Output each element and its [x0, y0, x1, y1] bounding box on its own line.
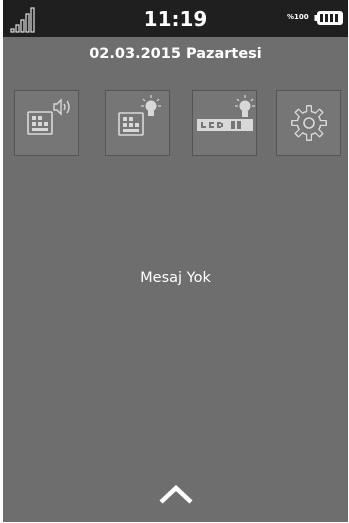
- lcd-bulb-icon: [197, 95, 255, 131]
- battery-full-icon: [314, 11, 343, 25]
- status-bar: 11:19 %100: [3, 0, 348, 37]
- keypad-backlight-button[interactable]: [105, 90, 170, 156]
- keypad-sound-button[interactable]: [14, 90, 79, 156]
- chevron-up-icon: [159, 484, 193, 504]
- settings-button[interactable]: [276, 90, 341, 156]
- expand-up-button[interactable]: [153, 478, 199, 512]
- lcd-backlight-button[interactable]: [192, 90, 257, 156]
- no-messages-label: Mesaj Yok: [140, 270, 211, 286]
- keypad-bulb-icon: [118, 95, 161, 136]
- gear-icon: [291, 105, 327, 141]
- battery-percent: %100: [287, 13, 309, 21]
- keypad-speaker-icon: [27, 98, 70, 135]
- phone-screen: 11:19 %100 02.03.2015 Pazartesi Mesaj Yo…: [3, 0, 348, 522]
- date-label: 02.03.2015 Pazartesi: [89, 46, 262, 62]
